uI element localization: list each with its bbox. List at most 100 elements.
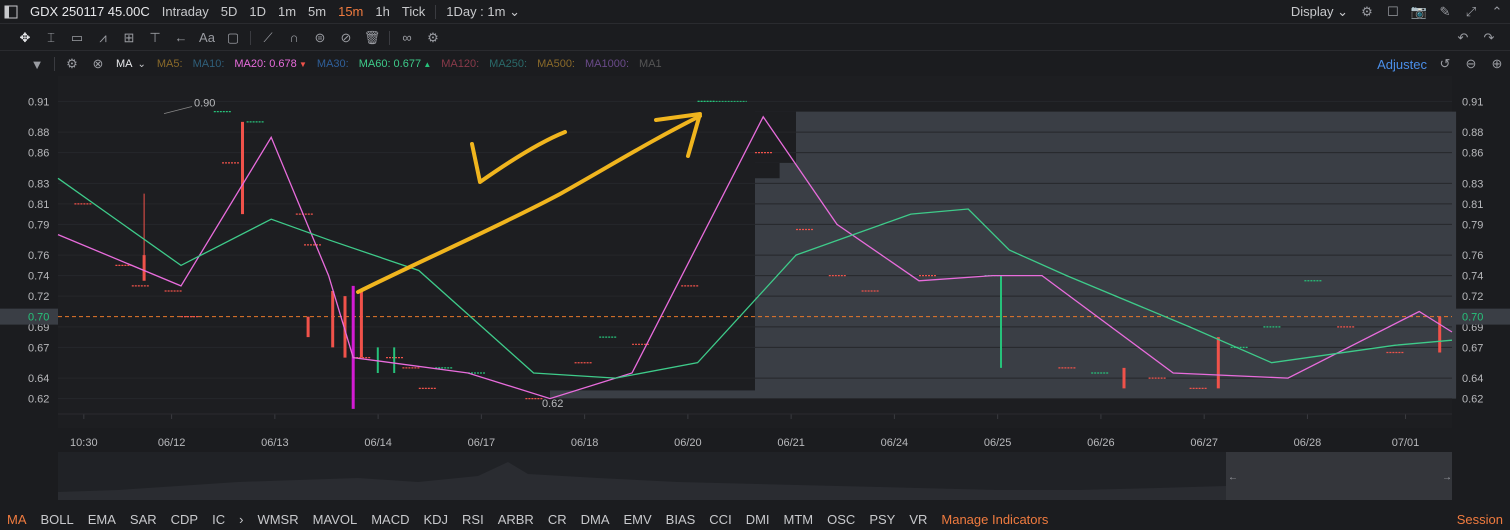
text-tool-icon[interactable]: Aa xyxy=(198,29,216,47)
note-tool-icon[interactable]: ▢ xyxy=(224,29,242,47)
x-tick-label: 06/18 xyxy=(571,437,599,449)
tab-tick[interactable]: Tick xyxy=(402,4,425,19)
adjusted-label[interactable]: Adjustec xyxy=(1377,57,1427,72)
ma-item-ma30[interactable]: MA30: xyxy=(317,58,349,70)
y-tick-left: 0.72 xyxy=(28,291,49,303)
ruler-icon[interactable]: ⟋ xyxy=(259,29,277,47)
tab-intraday[interactable]: Intraday xyxy=(162,4,209,19)
top-bar: GDX 250117 45.00C Intraday 5D 1D 1m 5m 15m 1h T… xyxy=(0,0,1510,24)
reset-icon[interactable]: ↺ xyxy=(1436,55,1454,73)
ma-name[interactable]: MA xyxy=(116,58,133,70)
indicator-osc[interactable]: OSC xyxy=(827,512,855,527)
link-icon[interactable]: ∞ xyxy=(398,29,416,47)
collapse-icon[interactable]: ⌃ xyxy=(1488,3,1506,21)
chart-svg[interactable]: 0.91 0.91 0.88 0.88 0.86 0.86 0.83 0.83 0.81 0.81… xyxy=(0,76,1510,452)
undo-icon[interactable]: ↶ xyxy=(1454,29,1472,47)
ma-legend-bar: ▼ ⚙ ⊗ MA ⌄ MA5: MA10: MA20: 0.678 ▼ MA30: MA… xyxy=(0,52,1510,76)
x-tick-label: 06/20 xyxy=(674,437,702,449)
range-right-handle[interactable]: → xyxy=(1442,472,1452,483)
indicator-cr[interactable]: CR xyxy=(548,512,567,527)
fib-tool-icon[interactable]: ⊞ xyxy=(120,29,138,47)
indicator-rsi[interactable]: RSI xyxy=(462,512,484,527)
range-left-handle[interactable]: ← xyxy=(1228,472,1238,483)
indicator-cci[interactable]: CCI xyxy=(709,512,731,527)
pen-icon[interactable]: ✎ xyxy=(1436,3,1454,21)
indicator-cdp[interactable]: CDP xyxy=(171,512,198,527)
lock-icon[interactable]: ⊜ xyxy=(311,29,329,47)
level-tool-icon[interactable]: ⊤ xyxy=(146,29,164,47)
ma-item-ma5[interactable]: MA5: xyxy=(157,58,183,70)
indicator-arbr[interactable]: ARBR xyxy=(498,512,534,527)
y-tick-left: 0.81 xyxy=(28,199,49,211)
rectangle-tool-icon[interactable]: ▭ xyxy=(68,29,86,47)
ma-item-ma20[interactable]: MA20: 0.678 ▼ xyxy=(234,58,307,70)
indicator-dmi[interactable]: DMI xyxy=(746,512,770,527)
gear-icon[interactable]: ⚙ xyxy=(1358,3,1376,21)
indicator-ma[interactable]: MA xyxy=(7,512,27,527)
manage-indicators-button[interactable]: Manage Indicators xyxy=(941,512,1048,527)
tab-5m[interactable]: 5m xyxy=(308,4,326,19)
gear-icon[interactable]: ⚙ xyxy=(63,55,81,73)
trash-icon[interactable]: 🗑 xyxy=(363,29,381,47)
tab-1d[interactable]: 1D xyxy=(249,4,266,19)
display-menu[interactable]: Display ⌄ xyxy=(1291,4,1348,20)
move-icon[interactable]: ✥ xyxy=(16,29,34,47)
ma-item-ma500[interactable]: MA500: xyxy=(537,58,575,70)
x-tick-label: 07/01 xyxy=(1392,437,1420,449)
price-chart[interactable]: 0.91 0.91 0.88 0.88 0.86 0.86 0.83 0.83 0.81 0.81… xyxy=(0,76,1510,452)
volume-pane[interactable]: ← → xyxy=(58,452,1452,500)
tab-5d[interactable]: 5D xyxy=(221,4,238,19)
price-badge-right-text: 0.70 xyxy=(1462,312,1483,324)
x-tick-label: 06/12 xyxy=(158,437,186,449)
indicator-kdj[interactable]: KDJ xyxy=(423,512,448,527)
indicator-ema[interactable]: EMA xyxy=(88,512,116,527)
indicator-wmsr[interactable]: WMSR xyxy=(257,512,298,527)
layout-icon[interactable]: ☐ xyxy=(1384,3,1402,21)
x-tick-label: 06/17 xyxy=(468,437,496,449)
indicator-bar: MA BOLL EMA SAR CDP IC › WMSR MAVOL MACD KDJ RSI ARB… xyxy=(0,508,1510,530)
collapse-circle-icon[interactable]: ▼ xyxy=(28,55,46,73)
fullscreen-icon[interactable]: ⤢ xyxy=(1462,3,1480,21)
indicator-bias[interactable]: BIAS xyxy=(666,512,696,527)
arrow-tool-icon[interactable]: ← xyxy=(172,29,190,47)
trend-tool-icon[interactable]: ⩘ xyxy=(94,29,112,47)
indicator-psy[interactable]: PSY xyxy=(869,512,895,527)
zoom-out-icon[interactable]: ⊖ xyxy=(1462,55,1480,73)
indicator-sar[interactable]: SAR xyxy=(130,512,157,527)
hide-icon[interactable]: ⊘ xyxy=(337,29,355,47)
sidebar-toggle-icon[interactable] xyxy=(2,3,20,21)
zoom-in-icon[interactable]: ⊕ xyxy=(1488,55,1506,73)
indicator-mavol[interactable]: MAVOL xyxy=(313,512,358,527)
ma-item-ma60[interactable]: MA60: 0.677 ▲ xyxy=(359,58,432,70)
tab-1h[interactable]: 1h xyxy=(375,4,389,19)
tab-1m[interactable]: 1m xyxy=(278,4,296,19)
indicator-vr[interactable]: VR xyxy=(909,512,927,527)
ma-item-ma1[interactable]: MA1 xyxy=(639,58,662,70)
indicator-boll[interactable]: BOLL xyxy=(41,512,74,527)
symbol-title[interactable]: GDX 250117 45.00C xyxy=(30,4,150,19)
indicator-mtm[interactable]: MTM xyxy=(784,512,814,527)
camera-icon[interactable]: 📷 xyxy=(1410,3,1428,21)
ma-item-ma1000[interactable]: MA1000: xyxy=(585,58,629,70)
settings-icon[interactable]: ⚙ xyxy=(424,29,442,47)
volume-range-selector[interactable] xyxy=(1226,452,1452,500)
indicator-ic[interactable]: IC xyxy=(212,512,225,527)
close-icon[interactable]: ⊗ xyxy=(89,55,107,73)
chevron-right-icon[interactable]: › xyxy=(239,512,243,527)
redo-icon[interactable]: ↷ xyxy=(1480,29,1498,47)
ma-item-ma250[interactable]: MA250: xyxy=(489,58,527,70)
price-badge-left-text: 0.70 xyxy=(28,312,49,324)
ma-item-ma120[interactable]: MA120: xyxy=(441,58,479,70)
range-selector[interactable]: 1Day : 1m ⌄ xyxy=(446,4,520,20)
chevron-down-icon[interactable]: ⌄ xyxy=(138,59,146,70)
ma-item-ma10[interactable]: MA10: xyxy=(193,58,225,70)
indicator-emv[interactable]: EMV xyxy=(624,512,652,527)
magnet-icon[interactable]: ∩ xyxy=(285,29,303,47)
cursor-icon[interactable]: ⌶ xyxy=(42,29,60,47)
shaded-region-low xyxy=(550,390,755,399)
indicator-macd[interactable]: MACD xyxy=(371,512,409,527)
tab-15m[interactable]: 15m xyxy=(338,4,363,19)
y-tick-right: 0.83 xyxy=(1462,178,1483,190)
session-button[interactable]: Session xyxy=(1457,512,1503,527)
indicator-dma[interactable]: DMA xyxy=(581,512,610,527)
